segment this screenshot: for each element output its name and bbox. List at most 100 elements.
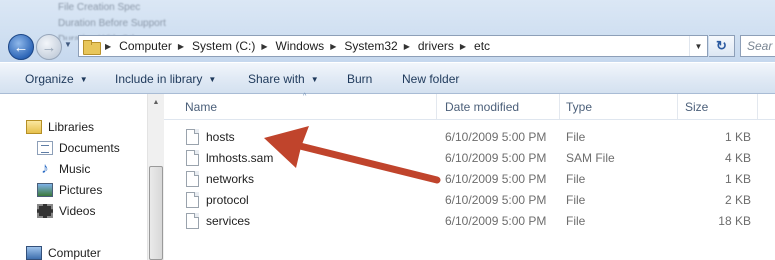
table-row[interactable]: protocol 6/10/2009 5:00 PM File 2 KB xyxy=(182,189,775,210)
breadcrumb-label: Computer xyxy=(119,39,172,53)
file-date: 6/10/2009 5:00 PM xyxy=(445,214,547,228)
chevron-right-icon: ▶ xyxy=(459,41,467,51)
scroll-thumb[interactable] xyxy=(149,166,163,260)
sidebar-scrollbar[interactable]: ▲ xyxy=(147,94,164,260)
file-name: protocol xyxy=(206,193,249,207)
sidebar-item-label: Computer xyxy=(48,246,101,260)
burn-label: Burn xyxy=(347,72,373,86)
file-size: 4 KB xyxy=(724,151,751,165)
background-text-line: File Creation Spec xyxy=(58,2,141,13)
column-header-name[interactable]: Name xyxy=(185,100,217,114)
scroll-up-button[interactable]: ▲ xyxy=(148,94,164,110)
column-header-size[interactable]: Size xyxy=(685,100,708,114)
breadcrumb-label: drivers xyxy=(417,39,454,53)
libraries-icon xyxy=(26,120,42,134)
file-type: File xyxy=(566,193,586,207)
music-icon: ♪ xyxy=(41,160,49,177)
chevron-right-icon: ▶ xyxy=(105,41,112,51)
sidebar-item-computer[interactable]: Computer xyxy=(26,246,101,260)
column-divider[interactable] xyxy=(436,94,437,119)
chevron-down-icon: ▼ xyxy=(208,74,217,84)
file-date: 6/10/2009 5:00 PM xyxy=(445,130,547,144)
breadcrumb-label: System32 xyxy=(344,39,398,53)
burn-button[interactable]: Burn xyxy=(347,72,372,86)
column-divider[interactable] xyxy=(559,94,560,119)
file-type: File xyxy=(566,214,586,228)
sidebar-item-libraries[interactable]: Libraries xyxy=(26,120,94,134)
breadcrumb-item[interactable]: ▶ drivers xyxy=(398,36,454,56)
breadcrumb-item[interactable]: ▶ Computer xyxy=(99,36,172,56)
chevron-down-icon: ▼ xyxy=(79,74,88,84)
share-with-label: Share with xyxy=(248,72,305,86)
folder-icon xyxy=(83,39,101,55)
recent-pages-dropdown[interactable]: ▼ xyxy=(64,40,72,49)
pictures-icon xyxy=(37,183,53,197)
sidebar-item-label: Music xyxy=(59,162,91,176)
file-size: 1 KB xyxy=(724,172,751,186)
breadcrumb-item[interactable]: ▶ System32 xyxy=(324,36,398,56)
computer-icon xyxy=(26,246,42,260)
file-name: services xyxy=(206,214,251,228)
file-list: ^ Name Date modified Type Size hosts 6/1… xyxy=(164,93,775,260)
forward-arrow-icon: → xyxy=(41,38,57,56)
background-window-text: File Creation Spec Duration Before Suppo… xyxy=(58,0,298,40)
file-type: File xyxy=(566,130,586,144)
breadcrumb-item[interactable]: ▶ System (C:) xyxy=(172,36,256,56)
new-folder-label: New folder xyxy=(402,72,460,86)
file-size: 18 KB xyxy=(718,214,751,228)
back-arrow-icon: ← xyxy=(13,38,29,56)
chevron-down-icon: ▼ xyxy=(310,74,319,84)
refresh-button[interactable]: ↻ xyxy=(709,35,735,57)
chevron-right-icon: ▶ xyxy=(330,41,337,51)
sidebar-item-label: Videos xyxy=(59,204,96,218)
videos-icon xyxy=(37,204,53,218)
table-row[interactable]: services 6/10/2009 5:00 PM File 18 KB xyxy=(182,210,775,231)
sidebar-item-label: Pictures xyxy=(59,183,103,197)
table-row[interactable]: lmhosts.sam 6/10/2009 5:00 PM SAM File 4… xyxy=(182,147,775,168)
chevron-right-icon: ▶ xyxy=(177,41,184,51)
column-divider[interactable] xyxy=(677,94,678,119)
search-input[interactable]: Sear xyxy=(740,35,775,57)
breadcrumb-item[interactable]: ▶ Windows xyxy=(255,36,324,56)
breadcrumb-label: System (C:) xyxy=(192,39,256,53)
file-type: File xyxy=(566,172,586,186)
breadcrumb-label: etc xyxy=(474,39,491,53)
sidebar-item-documents[interactable]: Documents xyxy=(37,141,120,155)
file-icon xyxy=(186,129,199,145)
file-size: 2 KB xyxy=(724,193,751,207)
address-history-dropdown[interactable]: ▼ xyxy=(689,36,707,56)
file-type: SAM File xyxy=(566,151,615,165)
sidebar-item-pictures[interactable]: Pictures xyxy=(37,183,102,197)
sidebar-item-music[interactable]: ♪ Music xyxy=(37,160,91,177)
table-row[interactable]: hosts 6/10/2009 5:00 PM File 1 KB xyxy=(182,126,775,147)
breadcrumb-label: Windows xyxy=(275,39,325,53)
file-date: 6/10/2009 5:00 PM xyxy=(445,193,547,207)
share-with-button[interactable]: Share with ▼ xyxy=(248,72,319,86)
address-bar[interactable]: ▶ Computer ▶ System (C:) ▶ Windows ▶ Sys… xyxy=(78,35,708,57)
sidebar-item-label: Documents xyxy=(59,141,120,155)
navigation-pane: Libraries Documents ♪ Music Pictures Vid… xyxy=(0,94,164,260)
refresh-icon: ↻ xyxy=(716,38,727,53)
breadcrumb-item[interactable]: ▶ etc xyxy=(454,36,490,56)
sidebar-item-videos[interactable]: Videos xyxy=(37,204,95,218)
sort-ascending-icon: ^ xyxy=(303,93,307,100)
file-size: 1 KB xyxy=(724,130,751,144)
column-divider[interactable] xyxy=(757,94,758,119)
column-header-date-modified[interactable]: Date modified xyxy=(445,100,519,114)
forward-button[interactable]: → xyxy=(36,34,62,60)
file-icon xyxy=(186,192,199,208)
command-bar: Organize ▼ Include in library ▼ Share wi… xyxy=(0,62,775,94)
new-folder-button[interactable]: New folder xyxy=(402,72,459,86)
file-date: 6/10/2009 5:00 PM xyxy=(445,172,547,186)
column-header-type[interactable]: Type xyxy=(566,100,592,114)
file-name: hosts xyxy=(206,130,235,144)
file-icon xyxy=(186,150,199,166)
file-date: 6/10/2009 5:00 PM xyxy=(445,151,547,165)
organize-button[interactable]: Organize ▼ xyxy=(25,72,88,86)
include-in-library-label: Include in library xyxy=(115,72,203,86)
column-header-row: ^ Name Date modified Type Size xyxy=(164,93,775,120)
file-icon xyxy=(186,171,199,187)
back-button[interactable]: ← xyxy=(8,34,34,60)
table-row[interactable]: networks 6/10/2009 5:00 PM File 1 KB xyxy=(182,168,775,189)
include-in-library-button[interactable]: Include in library ▼ xyxy=(115,72,216,86)
